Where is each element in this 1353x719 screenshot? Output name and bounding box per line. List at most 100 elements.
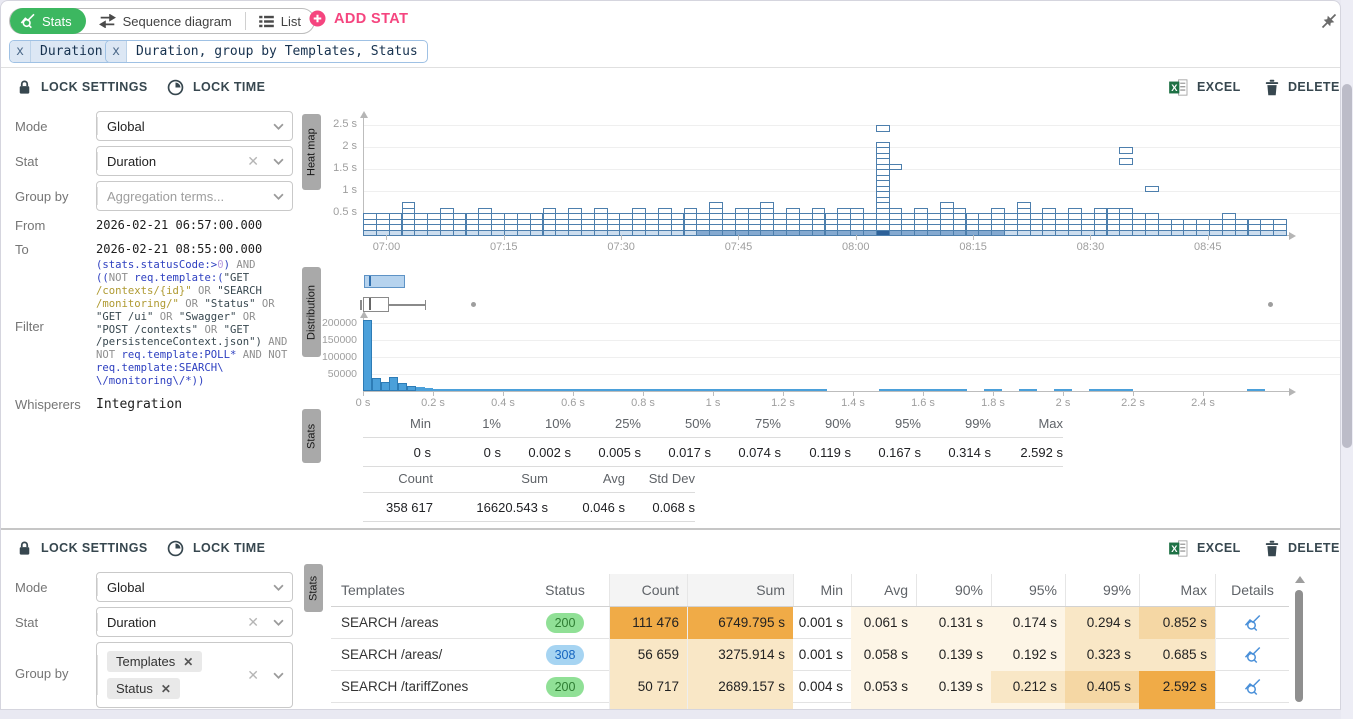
table-row[interactable]: SEARCH /tariffZones20050 7172689.157 s0.…: [331, 671, 1289, 703]
histogram-bar: [731, 389, 740, 391]
status-cell: 308: [521, 639, 609, 671]
column-header-details[interactable]: Details: [1215, 574, 1289, 606]
groupby-label: Group by: [15, 189, 68, 204]
box-plot[interactable]: [363, 297, 389, 312]
heatmap-cell: [889, 164, 903, 171]
lock-time-button[interactable]: LOCK TIME: [167, 538, 265, 558]
stat-chip-duration-grouped[interactable]: x Duration, group by Templates, Status: [105, 40, 428, 63]
x-axis-tick: [993, 391, 994, 396]
chip-label[interactable]: Duration: [31, 41, 112, 62]
tab-stats-summary[interactable]: Stats: [302, 409, 321, 463]
collapse-icon[interactable]: [1319, 11, 1339, 31]
chip-close-icon[interactable]: x: [10, 41, 31, 62]
chevron-down-icon[interactable]: [265, 619, 292, 626]
details-button[interactable]: [1215, 671, 1289, 703]
groupby-select[interactable]: Templates✕ Status✕ ✕: [96, 642, 293, 708]
groupby-chip-status[interactable]: Status✕: [107, 678, 180, 699]
heat-map-chart[interactable]: 0.5 s1 s1.5 s2 s2.5 s07:0007:1507:3007:4…: [363, 111, 1341, 257]
column-header-max[interactable]: Max: [1139, 574, 1215, 606]
heatmap-cell: [581, 213, 595, 220]
details-button[interactable]: [1215, 639, 1289, 671]
column-header-95-[interactable]: 95%: [991, 574, 1065, 606]
chevron-down-icon[interactable]: [265, 123, 292, 130]
value-cell: [916, 703, 991, 711]
value-cell: [687, 703, 793, 711]
chip-label[interactable]: Duration, group by Templates, Status: [127, 41, 427, 62]
filter-query[interactable]: (stats.statusCode:>0) AND((NOT req.templ…: [96, 259, 304, 388]
scroll-up-icon[interactable]: [1295, 576, 1305, 583]
heatmap-cell: [991, 208, 1005, 215]
heatmap-cell: [709, 202, 723, 209]
tab-stats[interactable]: Stats: [10, 8, 86, 34]
column-header-min[interactable]: Min: [793, 574, 851, 606]
whisperers-value[interactable]: Integration: [96, 397, 182, 412]
tab-list[interactable]: List: [246, 9, 314, 33]
value-cell: [991, 703, 1065, 711]
chevron-down-icon[interactable]: [265, 158, 292, 165]
histogram-bar: [556, 389, 565, 391]
chevron-down-icon[interactable]: [265, 584, 292, 591]
clear-icon[interactable]: ✕: [241, 153, 265, 170]
lock-settings-button[interactable]: LOCK SETTINGS: [17, 77, 148, 97]
clear-icon[interactable]: ✕: [241, 667, 265, 684]
histogram-bar: [381, 382, 390, 392]
details-button[interactable]: [1215, 607, 1289, 639]
column-header-99-[interactable]: 99%: [1065, 574, 1139, 606]
mode-select[interactable]: Global: [96, 111, 293, 141]
table-scrollbar[interactable]: [1293, 576, 1305, 710]
histogram-bar: [923, 389, 932, 391]
value-cell: 0.001 s: [793, 607, 851, 639]
remove-icon[interactable]: ✕: [183, 655, 193, 669]
scrollbar-thumb[interactable]: [1342, 84, 1352, 448]
stat-select[interactable]: Duration ✕: [96, 607, 293, 637]
delete-button[interactable]: DELETE: [1265, 538, 1340, 558]
x-axis-tick: [503, 391, 504, 396]
value-cell: 2689.157 s: [687, 671, 793, 703]
lock-settings-button[interactable]: LOCK SETTINGS: [17, 538, 148, 558]
heatmap-cell: [1183, 219, 1197, 226]
column-header-count[interactable]: Count: [609, 574, 687, 606]
delete-button[interactable]: DELETE: [1265, 77, 1340, 97]
x-axis-tick-label: 08:00: [834, 241, 878, 253]
histogram-bar: [906, 389, 915, 391]
scrollbar-thumb[interactable]: [1295, 590, 1303, 702]
column-header-status[interactable]: Status: [521, 574, 609, 606]
to-label: To: [15, 242, 29, 257]
tab-sequence-diagram[interactable]: Sequence diagram: [86, 9, 245, 33]
table-row[interactable]: SEARCH /areas200111 4766749.795 s0.001 s…: [331, 607, 1289, 639]
to-value[interactable]: 2026-02-21 08:55:00.000: [96, 242, 262, 256]
groupby-select[interactable]: Aggregation terms...: [96, 181, 293, 211]
x-axis-tick: [1063, 391, 1064, 396]
column-header-templates[interactable]: Templates: [331, 574, 521, 606]
add-stat-button[interactable]: ADD STAT: [309, 10, 408, 27]
chevron-down-icon[interactable]: [265, 672, 292, 679]
column-header-90-[interactable]: 90%: [916, 574, 991, 606]
chip-close-icon[interactable]: x: [106, 41, 127, 62]
mode-select[interactable]: Global: [96, 572, 293, 602]
divider: [1, 67, 1341, 68]
table-row[interactable]: SEARCH /areas/30856 6593275.914 s0.001 s…: [331, 639, 1289, 671]
heatmap-cell: [568, 208, 582, 215]
column-header-avg[interactable]: Avg: [851, 574, 916, 606]
lock-time-button[interactable]: LOCK TIME: [167, 77, 265, 97]
page-scrollbar[interactable]: [1341, 0, 1353, 719]
trash-icon: [1265, 79, 1279, 96]
groupby-chip-templates[interactable]: Templates✕: [107, 651, 202, 672]
value-cell: 0.058 s: [851, 639, 916, 671]
stat-chip-duration[interactable]: x Duration: [9, 40, 113, 63]
clear-icon[interactable]: ✕: [241, 614, 265, 631]
from-value[interactable]: 2026-02-21 06:57:00.000: [96, 218, 262, 232]
heatmap-cell: [914, 208, 928, 215]
value-cell: 0.685 s: [1139, 639, 1215, 671]
excel-export-button[interactable]: X EXCEL: [1169, 77, 1241, 97]
stat-select[interactable]: Duration ✕: [96, 146, 293, 176]
distribution-chart[interactable]: 500001000001500002000000 s0.2 s0.4 s0.6 …: [363, 271, 1341, 407]
details-button[interactable]: [1215, 703, 1289, 711]
remove-icon[interactable]: ✕: [161, 682, 171, 696]
excel-export-button[interactable]: X EXCEL: [1169, 538, 1241, 558]
chevron-down-icon[interactable]: [265, 193, 292, 200]
table-row[interactable]: [331, 703, 1289, 710]
tab-stats-table[interactable]: Stats: [304, 564, 323, 612]
selection-box-plot[interactable]: [364, 275, 405, 288]
column-header-sum[interactable]: Sum: [687, 574, 793, 606]
